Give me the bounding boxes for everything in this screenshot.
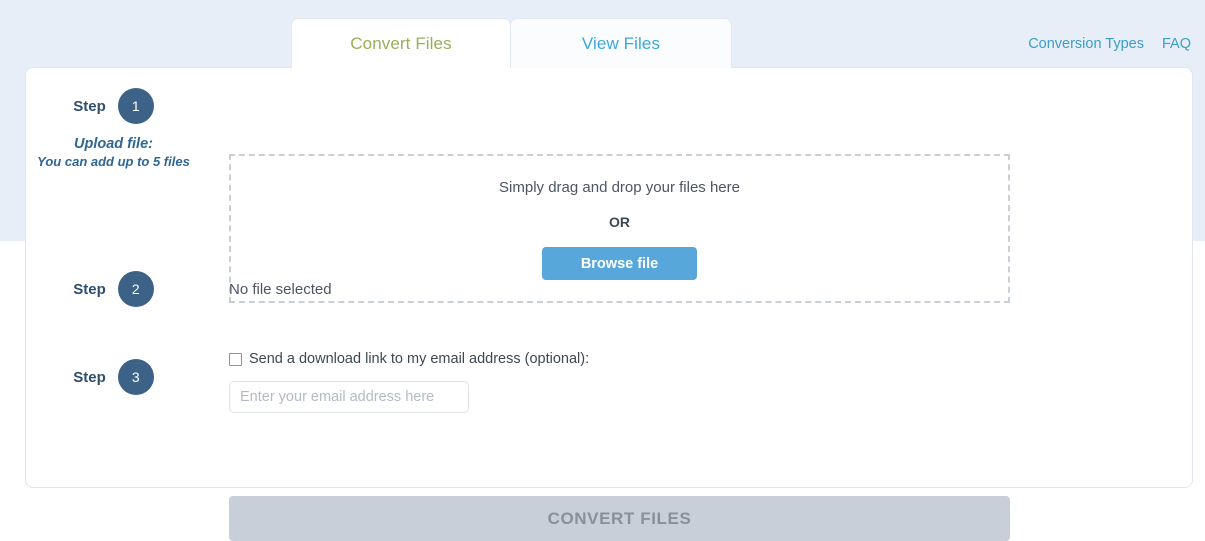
step-2-label-column: Step 2 xyxy=(26,271,201,307)
step-1-word: Step xyxy=(73,97,106,115)
tab-convert-files[interactable]: Convert Files xyxy=(291,18,511,68)
tab-bar: Convert Files View Files xyxy=(291,18,732,68)
step-2-word: Step xyxy=(73,280,106,298)
email-option-row: Send a download link to my email address… xyxy=(229,351,589,367)
step-3-number-badge: 3 xyxy=(117,359,154,395)
tab-view-files-label: View Files xyxy=(581,33,661,53)
selected-file-status: No file selected xyxy=(229,280,332,298)
top-navigation: Conversion Types FAQ xyxy=(1028,36,1191,52)
step-1-instructions: Upload file: You can add up to 5 files xyxy=(26,136,201,170)
nav-link-faq[interactable]: FAQ xyxy=(1162,36,1191,52)
step-1-instruction-title: Upload file: xyxy=(74,136,153,152)
tab-convert-files-label: Convert Files xyxy=(350,33,452,53)
step-1-instruction-text: You can add up to 5 files xyxy=(37,154,190,169)
email-link-checkbox-label[interactable]: Send a download link to my email address… xyxy=(249,351,589,367)
step-3-label-column: Step 3 xyxy=(26,351,201,413)
main-card: Step 1 Upload file: You can add up to 5 … xyxy=(25,67,1193,541)
step-1-label-column: Step 1 Upload file: You can add up to 5 … xyxy=(26,88,201,170)
nav-link-conversion-types[interactable]: Conversion Types xyxy=(1028,36,1144,52)
dropzone-or-label: OR xyxy=(609,214,630,230)
step-2-row: Step 2 No file selected xyxy=(26,271,1026,307)
active-tab-seam xyxy=(292,66,510,69)
step-3-header: Step 3 xyxy=(26,359,201,395)
step-2-header: Step 2 xyxy=(26,271,201,307)
step-3-word: Step xyxy=(73,368,106,386)
dropzone-instruction: Simply drag and drop your files here xyxy=(499,179,740,196)
step-1-row: Step 1 Upload file: You can add up to 5 … xyxy=(26,88,201,170)
step-2-number-badge: 2 xyxy=(117,271,154,307)
step-3-row: Step 3 Send a download link to my email … xyxy=(26,351,1026,413)
step-1-number-badge: 1 xyxy=(117,88,154,124)
tab-view-files[interactable]: View Files xyxy=(510,18,732,68)
email-link-checkbox[interactable] xyxy=(229,352,242,366)
step-1-header: Step 1 xyxy=(26,88,201,124)
email-address-input[interactable] xyxy=(229,381,469,413)
